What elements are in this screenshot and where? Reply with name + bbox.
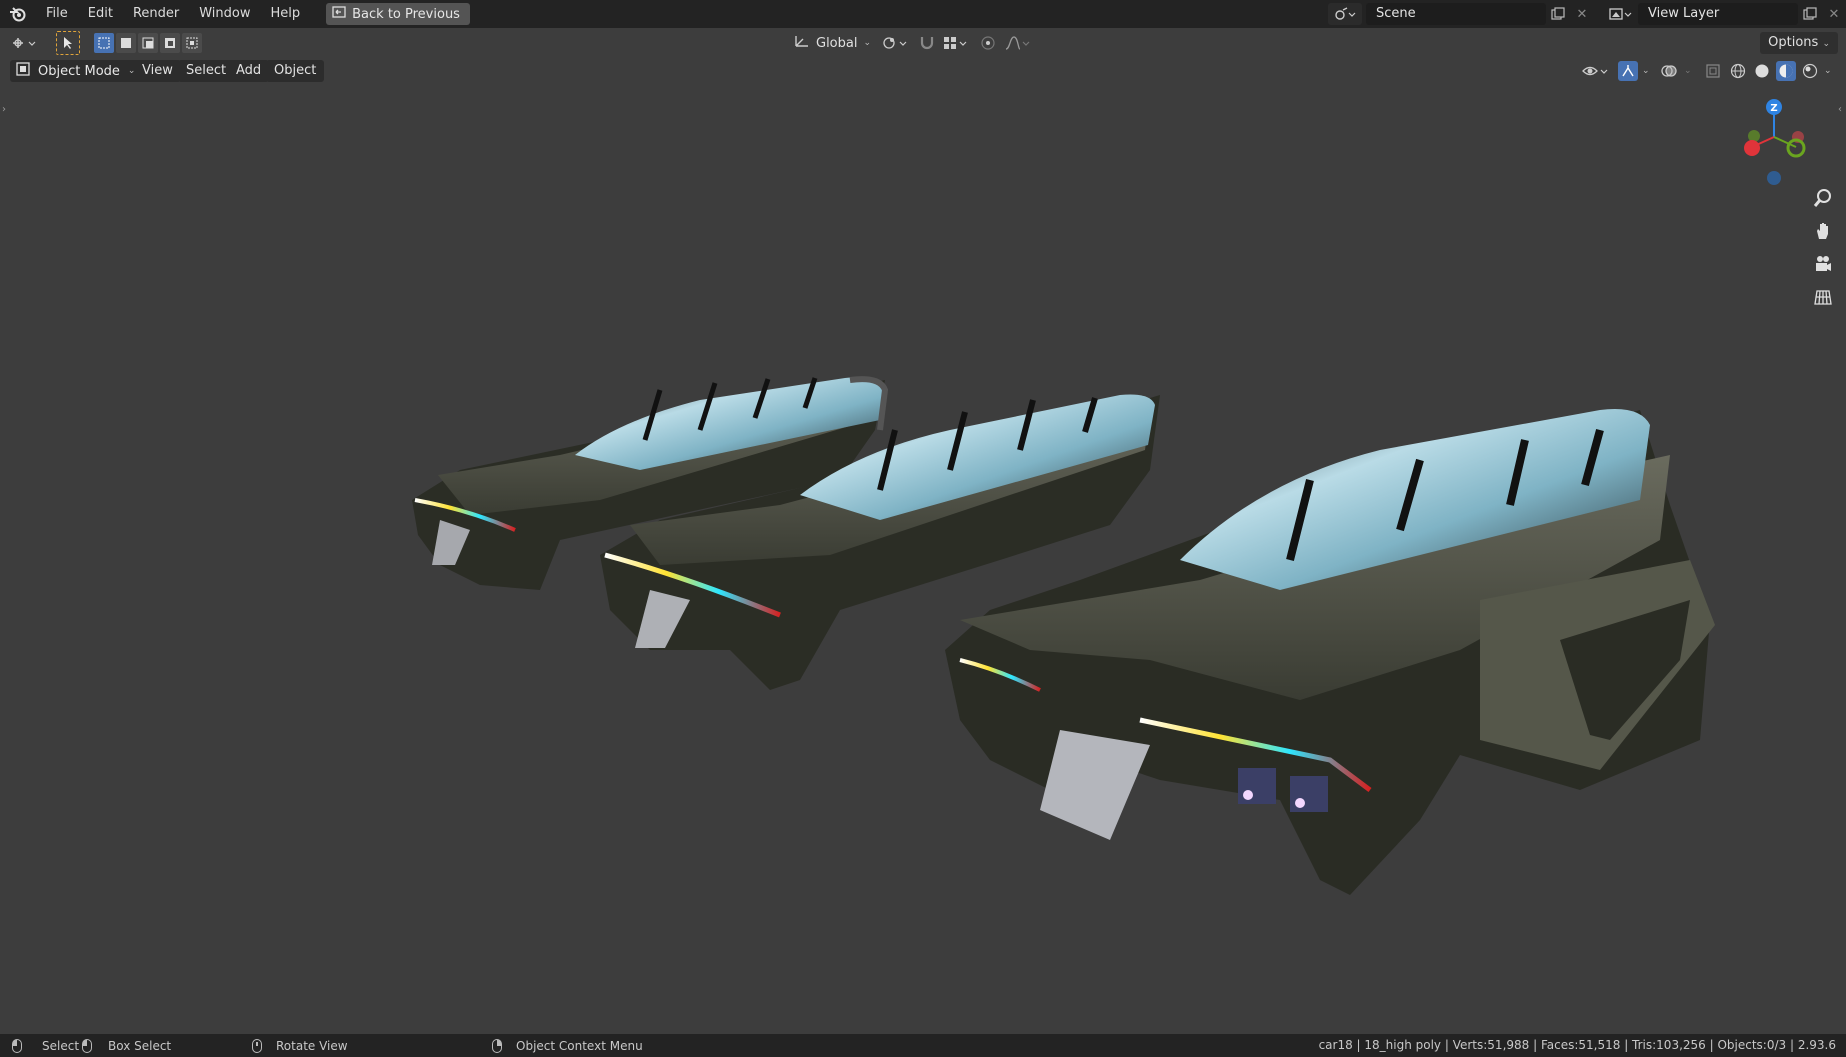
falloff-curve-icon[interactable] <box>1004 32 1032 54</box>
transform-orientation-select[interactable]: Global ⌄ <box>786 32 879 54</box>
status-select-label: Select <box>42 1038 80 1053</box>
status-context-menu-label: Object Context Menu <box>516 1038 643 1053</box>
object-mode-select[interactable]: Object Mode ⌄ <box>10 60 144 82</box>
options-label: Options <box>1768 35 1819 50</box>
camera-view-icon[interactable] <box>1810 251 1836 277</box>
view-layer-field[interactable]: View Layer <box>1638 3 1798 25</box>
status-box-select-hint: Box Select <box>82 1034 171 1057</box>
extend-selection-icon[interactable] <box>116 33 136 53</box>
3d-viewport[interactable]: Z › ‹ <box>0 84 1846 1034</box>
status-rotate-label: Rotate View <box>276 1038 348 1053</box>
pivot-point-icon[interactable] <box>882 32 910 54</box>
shading-dropdown-icon[interactable]: ⌄ <box>1824 66 1838 76</box>
navigation-gizmo[interactable]: Z <box>1734 92 1814 192</box>
new-view-layer-icon[interactable] <box>1798 3 1822 25</box>
chevron-down-icon: ⌄ <box>1822 39 1830 49</box>
snap-magnet-icon[interactable] <box>918 32 936 54</box>
orientation-axes-icon <box>794 34 810 52</box>
set-new-selection-icon[interactable] <box>94 33 114 53</box>
solid-shading-icon[interactable] <box>1752 61 1772 81</box>
subtract-selection-icon[interactable] <box>138 33 158 53</box>
view-layer-icon[interactable] <box>1604 3 1638 25</box>
viewport-menu-select[interactable]: Select <box>178 60 235 82</box>
top-menu-bar: File Edit Render Window Help Back to Pre… <box>0 0 1846 28</box>
xray-toggle-icon[interactable] <box>1702 64 1724 78</box>
rendered-shading-icon[interactable] <box>1800 61 1820 81</box>
status-context-menu-hint: Object Context Menu <box>492 1034 643 1057</box>
orientation-label: Global <box>816 35 858 51</box>
back-screen-icon <box>332 6 346 22</box>
mouse-right-icon <box>492 1038 502 1053</box>
mouse-middle-icon <box>252 1038 262 1053</box>
options-dropdown[interactable]: Options ⌄ <box>1760 32 1838 54</box>
gizmo-toggle-icon[interactable] <box>1618 61 1638 81</box>
status-select-hint: Select <box>12 1034 79 1057</box>
workspace-scene-area: Scene ✕ View Layer ✕ <box>1328 0 1846 28</box>
invert-selection-icon[interactable] <box>160 33 180 53</box>
mouse-drag-icon <box>82 1038 92 1053</box>
toolbar-expand-arrow-icon[interactable]: › <box>2 104 6 115</box>
scene-selector-icon[interactable] <box>1328 3 1362 25</box>
material-preview-shading-icon[interactable] <box>1776 61 1796 81</box>
scene-statistics: car18 | 18_high poly | Verts:51,988 | Fa… <box>1318 1038 1836 1052</box>
chevron-down-icon: ⌄ <box>863 38 872 48</box>
perspective-grid-icon[interactable] <box>1810 284 1836 310</box>
menu-file[interactable]: File <box>36 0 78 28</box>
selection-mode-buttons <box>94 33 202 53</box>
wireframe-shading-icon[interactable] <box>1728 61 1748 81</box>
mouse-left-icon <box>12 1038 22 1053</box>
object-mode-label: Object Mode <box>38 63 120 79</box>
gizmo-dropdown-icon[interactable]: ⌄ <box>1642 66 1656 76</box>
viewport-menu-add[interactable]: Add <box>228 60 270 82</box>
viewport-menu-object[interactable]: Object <box>266 60 325 82</box>
scene-name-field[interactable]: Scene <box>1366 3 1546 25</box>
tool-header: Global ⌄ Options ⌄ <box>0 28 1846 58</box>
overlays-icon[interactable] <box>1660 63 1680 79</box>
viewport-scene <box>412 376 1715 895</box>
status-bar: Select Box Select Rotate View Object Con… <box>0 1034 1846 1057</box>
menu-edit[interactable]: Edit <box>78 0 123 28</box>
intersect-selection-icon[interactable] <box>182 33 202 53</box>
blender-logo-icon[interactable] <box>0 0 36 28</box>
delete-scene-icon[interactable]: ✕ <box>1570 3 1594 25</box>
object-mode-icon <box>16 62 30 80</box>
back-to-previous-label: Back to Previous <box>352 6 460 22</box>
menu-render[interactable]: Render <box>123 0 189 28</box>
viewport-menu-view[interactable]: View <box>134 60 181 82</box>
editor-type-icon[interactable] <box>8 32 44 54</box>
status-rotate-hint: Rotate View <box>252 1034 348 1057</box>
snap-increment-icon[interactable] <box>942 32 970 54</box>
new-scene-icon[interactable] <box>1546 3 1570 25</box>
select-tool-icon[interactable] <box>56 31 80 55</box>
menu-help[interactable]: Help <box>261 0 311 28</box>
proportional-editing-icon[interactable] <box>980 32 996 54</box>
viewport-shading-controls: ⌄ ⌄ ⌄ <box>1582 60 1838 82</box>
viewport-header: Object Mode ⌄ View Select Add Object ⌄ ⌄… <box>0 58 1846 84</box>
visibility-eye-icon[interactable] <box>1582 63 1614 79</box>
menu-window[interactable]: Window <box>189 0 260 28</box>
delete-view-layer-icon[interactable]: ✕ <box>1822 3 1846 25</box>
gizmo-z-label: Z <box>1770 103 1777 114</box>
pan-hand-icon[interactable] <box>1810 218 1836 244</box>
back-to-previous-button[interactable]: Back to Previous <box>326 3 470 25</box>
zoom-magnifier-icon[interactable] <box>1810 185 1836 211</box>
overlays-dropdown-icon[interactable]: ⌄ <box>1684 66 1698 76</box>
sidebar-expand-arrow-icon[interactable]: ‹ <box>1838 104 1842 115</box>
status-box-select-label: Box Select <box>108 1038 172 1053</box>
